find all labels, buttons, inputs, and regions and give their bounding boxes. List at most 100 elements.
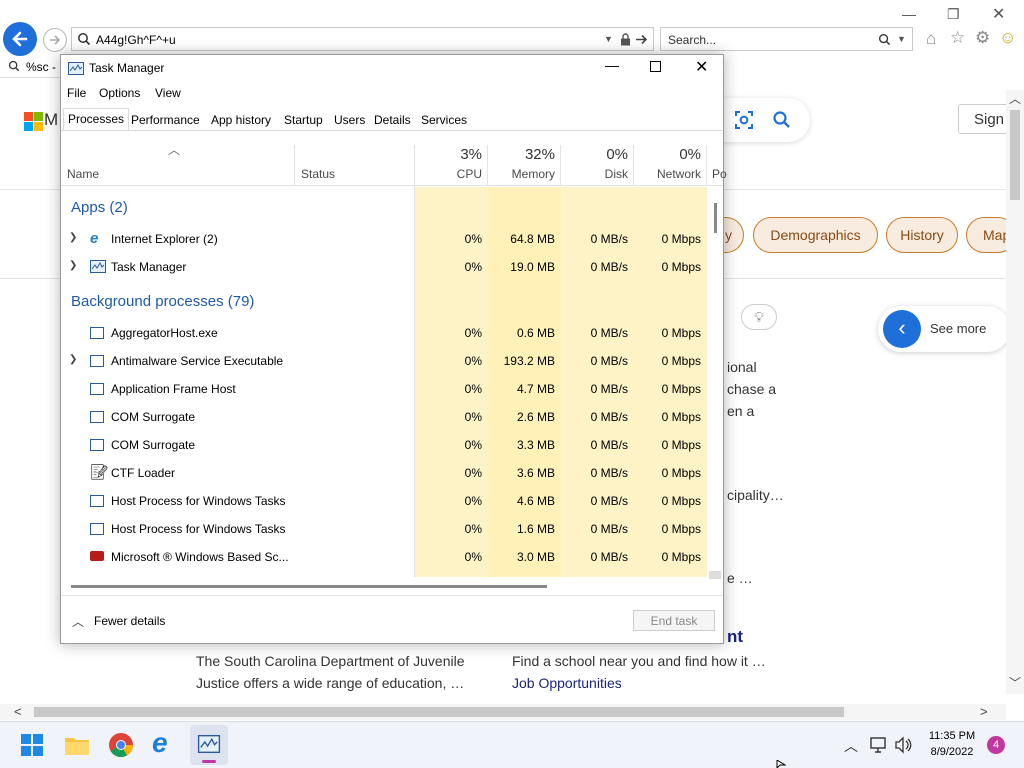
- tab-users[interactable]: Users: [330, 110, 369, 130]
- group-background-processes[interactable]: Background processes (79): [71, 293, 254, 310]
- chevron-down-icon[interactable]: ▼: [897, 34, 906, 44]
- home-icon[interactable]: ⌂: [926, 29, 936, 49]
- notification-badge[interactable]: 4: [987, 736, 1005, 754]
- see-more-button[interactable]: ‹ See more: [878, 306, 1010, 352]
- network-value: 0 Mbps: [661, 438, 701, 452]
- address-bar[interactable]: A44g!Gh^F^+u ▼: [71, 27, 654, 51]
- column-disk[interactable]: Disk: [561, 167, 628, 181]
- table-row[interactable]: COM Surrogate 0% 2.6 MB 0 MB/s 0 Mbps: [61, 405, 707, 429]
- browser-toolbar: A44g!Gh^F^+u ▼ Search... ▼ — ❐ ✕ ⌂ ☆ ⚙ ☺: [0, 0, 1024, 56]
- arrow-left-icon: [12, 31, 28, 47]
- column-memory[interactable]: Memory: [488, 167, 555, 181]
- close-icon[interactable]: ✕: [992, 4, 1005, 24]
- clock-time[interactable]: 11:35 PM: [920, 730, 984, 742]
- menu-file[interactable]: File: [67, 86, 86, 100]
- expand-chevron-icon[interactable]: ❯: [69, 354, 77, 365]
- end-task-button[interactable]: End task: [633, 610, 715, 631]
- maximize-icon[interactable]: [650, 61, 661, 72]
- minimize-icon[interactable]: —: [902, 6, 916, 22]
- scroll-down-icon[interactable]: ﹀: [1009, 674, 1021, 691]
- tab-performance[interactable]: Performance: [127, 110, 204, 130]
- chip-history[interactable]: History: [886, 217, 958, 253]
- table-row[interactable]: 📝︎ CTF Loader 0% 3.6 MB 0 MB/s 0 Mbps: [61, 461, 707, 485]
- go-arrow-icon[interactable]: [635, 33, 649, 46]
- expand-chevron-icon[interactable]: ❯: [69, 260, 77, 271]
- sort-arrow-icon[interactable]: ︿: [168, 141, 180, 158]
- restore-icon[interactable]: ❐: [947, 6, 960, 23]
- forward-button[interactable]: [43, 28, 67, 52]
- scroll-left-icon[interactable]: <: [14, 704, 22, 719]
- table-row[interactable]: AggregatorHost.exe 0% 0.6 MB 0 MB/s 0 Mbps: [61, 321, 707, 345]
- table-row[interactable]: Host Process for Windows Tasks 0% 4.6 MB 0 …: [61, 489, 707, 513]
- tab-app-history[interactable]: App history: [207, 110, 275, 130]
- tab-processes[interactable]: Processes: [63, 108, 130, 130]
- process-list-scrollbar[interactable]: [709, 187, 721, 579]
- table-row[interactable]: COM Surrogate 0% 3.3 MB 0 MB/s 0 Mbps: [61, 433, 707, 457]
- column-status[interactable]: Status: [301, 167, 335, 181]
- collapse-chevron-icon[interactable]: ︿: [72, 613, 84, 630]
- table-row[interactable]: ❯ Antimalware Service Executable 0% 193.2 M…: [61, 349, 707, 373]
- search-box[interactable]: Search... ▼: [660, 27, 913, 51]
- favorites-star-icon[interactable]: ☆: [950, 28, 965, 48]
- close-icon[interactable]: ✕: [695, 57, 708, 77]
- scrollbar-thumb[interactable]: [71, 585, 547, 588]
- memory-total: 32%: [524, 146, 555, 163]
- back-button[interactable]: [3, 22, 37, 56]
- search-icon[interactable]: [878, 33, 891, 46]
- result-heading[interactable]: nt: [727, 627, 743, 647]
- table-row[interactable]: ❯ Task Manager 0% 19.0 MB 0 MB/s 0 Mbps: [61, 255, 707, 279]
- tab-startup[interactable]: Startup: [280, 110, 327, 130]
- tab-services[interactable]: Services: [417, 110, 471, 130]
- internet-explorer-taskbar-icon[interactable]: e: [152, 727, 168, 759]
- smiley-feedback-icon[interactable]: ☺: [999, 28, 1016, 48]
- menu-view[interactable]: View: [155, 86, 181, 100]
- arrow-right-icon: [50, 35, 61, 45]
- scrollbar-thumb[interactable]: [34, 707, 844, 717]
- tab-details[interactable]: Details: [370, 110, 415, 130]
- memory-value: 3.0 MB: [516, 550, 555, 564]
- scroll-right-icon[interactable]: >: [980, 704, 988, 719]
- table-row[interactable]: Microsoft ® Windows Based Sc... 0% 3.0 MB 0…: [61, 545, 707, 569]
- process-list-hscrollbar[interactable]: [61, 579, 723, 591]
- lightbulb-icon[interactable]: 💡︎: [741, 304, 777, 330]
- network-value: 0 Mbps: [661, 260, 701, 274]
- file-explorer-icon[interactable]: [64, 734, 90, 756]
- process-name: Host Process for Windows Tasks: [111, 494, 286, 508]
- scrollbar-thumb[interactable]: [714, 203, 717, 233]
- lock-icon[interactable]: [620, 33, 631, 46]
- chevron-down-icon[interactable]: ▼: [604, 34, 613, 44]
- chrome-icon[interactable]: [108, 732, 134, 758]
- windows-start-icon[interactable]: [21, 734, 43, 756]
- gear-icon[interactable]: ⚙: [975, 28, 990, 48]
- expand-chevron-icon[interactable]: ❯: [69, 232, 77, 243]
- menu-options[interactable]: Options: [99, 86, 140, 100]
- windows-based-script-icon: [90, 551, 104, 561]
- chevron-up-icon[interactable]: ︿: [844, 736, 858, 756]
- volume-icon[interactable]: [894, 736, 912, 754]
- search-icon: [8, 60, 20, 72]
- table-row[interactable]: Host Process for Windows Tasks 0% 1.6 MB 0 …: [61, 517, 707, 541]
- visual-search-icon[interactable]: [734, 110, 754, 130]
- fewer-details-link[interactable]: Fewer details: [94, 614, 165, 628]
- scrollbar-thumb[interactable]: [1010, 110, 1020, 200]
- chip-demographics[interactable]: Demographics: [753, 217, 878, 253]
- job-opportunities-link[interactable]: Job Opportunities: [512, 675, 622, 691]
- column-power[interactable]: Po: [712, 167, 727, 181]
- disk-value: 0 MB/s: [590, 494, 628, 508]
- table-row[interactable]: Application Frame Host 0% 4.7 MB 0 MB/s 0 Mb…: [61, 377, 707, 401]
- clock-date[interactable]: 8/9/2022: [920, 746, 984, 758]
- group-apps[interactable]: Apps (2): [71, 199, 128, 216]
- task-manager-taskbar-button[interactable]: [190, 725, 228, 765]
- page-vertical-scrollbar[interactable]: ︿ ﹀: [1006, 90, 1024, 694]
- column-network[interactable]: Network: [634, 167, 701, 181]
- search-icon: [78, 33, 91, 46]
- search-icon[interactable]: [772, 110, 792, 130]
- scroll-up-icon[interactable]: ︿: [1009, 90, 1021, 107]
- minimize-icon[interactable]: —: [605, 57, 619, 73]
- page-horizontal-scrollbar[interactable]: < >: [0, 704, 1006, 720]
- table-row[interactable]: ❯ e Internet Explorer (2) 0% 64.8 MB 0 M…: [61, 227, 707, 251]
- column-name[interactable]: Name: [67, 167, 99, 181]
- network-icon[interactable]: [870, 737, 888, 753]
- browser-tab[interactable]: %sc - S: [0, 56, 60, 78]
- column-cpu[interactable]: CPU: [415, 167, 482, 181]
